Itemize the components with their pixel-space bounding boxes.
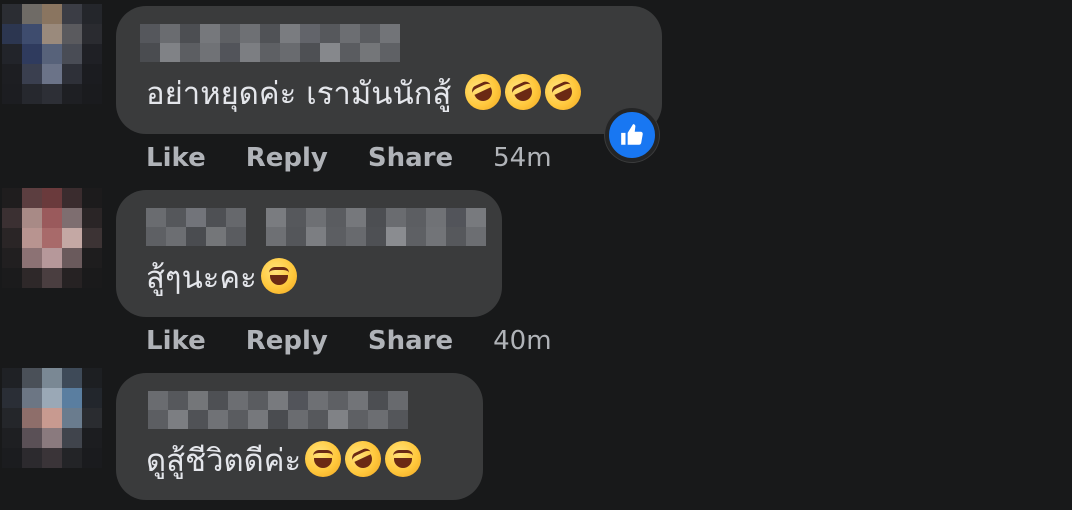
grinning-face-with-smiling-eyes-icon [260, 258, 297, 294]
comment-bubble: ดูสู้ชีวิตดีค่ะ [116, 373, 483, 500]
like-link[interactable]: Like [146, 143, 206, 173]
comment-bubble: สู้ๆนะคะ [116, 190, 502, 317]
rolling-on-floor-laughing-icon [459, 68, 508, 116]
rolling-on-floor-laughing-icon [539, 68, 588, 116]
comment-text-content: ดูสู้ชีวิตดีค่ะ [146, 443, 302, 479]
comment-timestamp[interactable]: 54m [493, 143, 551, 173]
like-reaction-badge[interactable] [605, 108, 659, 162]
rolling-on-floor-laughing-icon [499, 68, 548, 116]
comment-text-content: อย่าหยุดค่ะ เรามันนักสู้ [146, 76, 452, 112]
avatar[interactable] [2, 368, 102, 468]
comment-actions: Like Reply Share 54m [146, 143, 552, 173]
comment-timestamp[interactable]: 40m [493, 326, 551, 356]
blurred-author-name[interactable] [148, 391, 408, 429]
comment-actions: Like Reply Share 40m [146, 326, 552, 356]
blurred-author-name[interactable] [140, 24, 400, 62]
thumbs-up-icon [621, 124, 643, 145]
rolling-on-floor-laughing-icon [339, 435, 388, 483]
comment-text-content: สู้ๆนะคะ [146, 260, 257, 296]
grinning-squinting-face-icon [385, 441, 422, 477]
avatar[interactable] [2, 188, 102, 288]
avatar[interactable] [2, 4, 102, 104]
comment-bubble: อย่าหยุดค่ะ เรามันนักสู้ [116, 6, 662, 134]
comment-text: ดูสู้ชีวิตดีค่ะ [146, 435, 422, 483]
comment-text: สู้ๆนะคะ [146, 258, 297, 298]
face-with-tears-of-joy-icon [305, 441, 342, 477]
comment-text: อย่าหยุดค่ะ เรามันนักสู้ [146, 68, 588, 116]
reply-link[interactable]: Reply [246, 326, 328, 356]
reply-link[interactable]: Reply [246, 143, 328, 173]
blurred-author-name[interactable] [146, 208, 486, 246]
share-link[interactable]: Share [368, 326, 453, 356]
share-link[interactable]: Share [368, 143, 453, 173]
like-link[interactable]: Like [146, 326, 206, 356]
